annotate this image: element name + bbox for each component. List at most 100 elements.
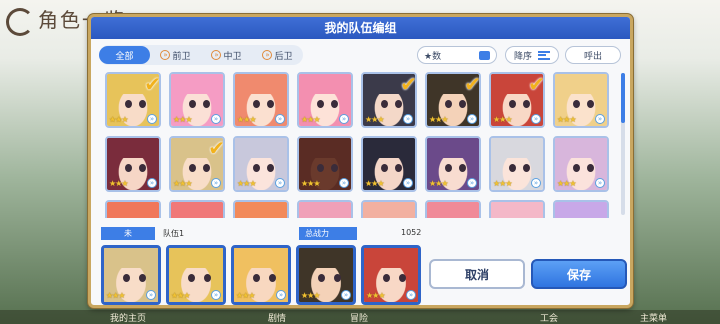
tab-all[interactable]: 全部 [99, 46, 150, 64]
portrait-hair [364, 248, 418, 268]
portrait-eye [509, 100, 516, 108]
portrait-eye [253, 274, 260, 282]
character-card[interactable]: ★★★ » ✔ [489, 72, 545, 128]
character-roster-grid[interactable]: ★★★» ✔ ★★★» ★★★» ★★★» ★★★» ✔ ★★★» ✔ ★★★» ✔ ★★★» ★★★»… [99, 70, 619, 218]
portrait-eye [523, 100, 530, 108]
portrait-eye [123, 274, 130, 282]
role-badge-icon: » [146, 290, 156, 300]
tab-rear[interactable]: » 后卫 [252, 46, 303, 64]
role-badge-icon: » [276, 290, 286, 300]
portrait-eye [587, 100, 594, 108]
bottom-nav-story: 剧情 [268, 314, 287, 324]
character-card[interactable]: ★★★» [489, 136, 545, 192]
star-rating: ★★★ [557, 179, 576, 188]
portrait-hair [171, 202, 223, 218]
character-card[interactable]: ★★★» [361, 136, 417, 192]
star-rating: ★★★ [106, 291, 125, 300]
star-rating: ★★★ [301, 115, 320, 124]
character-portrait [363, 202, 415, 218]
call-button[interactable]: 呼出 [565, 46, 621, 64]
selected-check-icon: ✔ [144, 72, 161, 96]
save-button[interactable]: 保存 [531, 259, 627, 289]
character-card[interactable]: ★★★ » [101, 245, 161, 305]
character-card[interactable]: ★★★» [425, 136, 481, 192]
team-info-bar: 未 队伍1 总战力 1052 [101, 227, 423, 241]
character-card[interactable]: ★★★» [297, 200, 353, 218]
role-badge-icon: » [211, 290, 221, 300]
role-badge-icon: » [406, 290, 416, 300]
character-card[interactable]: ★★★» [105, 200, 161, 218]
star-rating: ★★★ [366, 291, 385, 300]
roster-scrollbar[interactable] [621, 73, 625, 215]
sort-key-icon [479, 50, 490, 60]
character-card[interactable]: ★★★» [233, 200, 289, 218]
character-card[interactable]: ★★★» [297, 72, 353, 128]
tab-front[interactable]: » 前卫 [150, 46, 201, 64]
portrait-eye [334, 274, 341, 282]
portrait-eye [459, 164, 466, 172]
character-card[interactable]: ★★★» [297, 136, 353, 192]
role-badge-icon: » [467, 178, 477, 188]
portrait-hair [491, 202, 543, 218]
portrait-eye [395, 164, 402, 172]
bottom-nav-menu: 主菜单 [640, 314, 668, 324]
portrait-eye [381, 164, 388, 172]
character-card[interactable]: ★★★» [233, 72, 289, 128]
star-rating: ★★★ [237, 179, 256, 188]
character-card[interactable]: ★★★ » ✔ [169, 136, 225, 192]
character-card[interactable]: ★★★» [553, 136, 609, 192]
logo-swirl-icon [6, 7, 34, 36]
character-card[interactable]: ★★★ » ✔ [425, 72, 481, 128]
tab-middle[interactable]: » 中卫 [201, 46, 252, 64]
power-label: 总战力 [299, 227, 357, 240]
star-rating: ★★★ [237, 115, 256, 124]
portrait-eye [317, 100, 324, 108]
role-badge-icon: » [339, 178, 349, 188]
portrait-hair [555, 138, 607, 158]
background-bottom-nav: 我的主页 剧情 冒险 工会 主菜单 [0, 310, 720, 324]
role-badge-icon: » [211, 178, 221, 188]
bottom-nav-home: 我的主页 [110, 314, 147, 324]
portrait-hair [104, 248, 158, 268]
character-card[interactable]: ★★★ » [361, 245, 421, 305]
portrait-eye [445, 164, 452, 172]
portrait-eye [139, 100, 146, 108]
portrait-eye [573, 164, 580, 172]
sort-order-button[interactable]: 降序 [505, 46, 559, 64]
portrait-eye [125, 164, 132, 172]
character-card[interactable]: ★★★» [105, 136, 161, 192]
star-rating: ★★★ [429, 115, 448, 124]
character-portrait [555, 202, 607, 218]
character-card[interactable]: ★★★» [233, 136, 289, 192]
sort-key-button[interactable]: ★数 [417, 46, 497, 64]
portrait-hair [171, 74, 223, 94]
character-portrait [235, 202, 287, 218]
star-rating: ★★★ [365, 115, 384, 124]
scrollbar-thumb[interactable] [621, 73, 625, 123]
power-value: 1052 [401, 228, 422, 237]
portrait-hair [299, 202, 351, 218]
character-card[interactable]: ★★★» [296, 245, 356, 305]
role-badge-icon: » [595, 114, 605, 124]
character-card[interactable]: ★★★» [169, 72, 225, 128]
character-portrait [491, 202, 543, 218]
character-card[interactable]: ★★★» [489, 200, 545, 218]
character-card[interactable]: ★★★ » ✔ [361, 72, 417, 128]
character-card[interactable]: ★★★» [553, 72, 609, 128]
character-card[interactable]: ★★★» [166, 245, 226, 305]
cancel-button[interactable]: 取消 [429, 259, 525, 289]
star-rating: ★★★ [365, 179, 384, 188]
selected-check-icon: ✔ [400, 72, 417, 96]
bottom-nav-guild: 工会 [540, 314, 559, 324]
portrait-eye [331, 164, 338, 172]
character-card[interactable]: ★★★» [231, 245, 291, 305]
portrait-hair [235, 74, 287, 94]
portrait-eye [509, 164, 516, 172]
character-card[interactable]: ★★★» [169, 200, 225, 218]
character-card[interactable]: ★★★» [553, 200, 609, 218]
role-badge-icon: » [211, 114, 221, 124]
character-card[interactable]: ★★★» [361, 200, 417, 218]
character-card[interactable]: ★★★ » ✔ [105, 72, 161, 128]
role-badge-icon: » [467, 114, 477, 124]
character-card[interactable]: ★★★» [425, 200, 481, 218]
